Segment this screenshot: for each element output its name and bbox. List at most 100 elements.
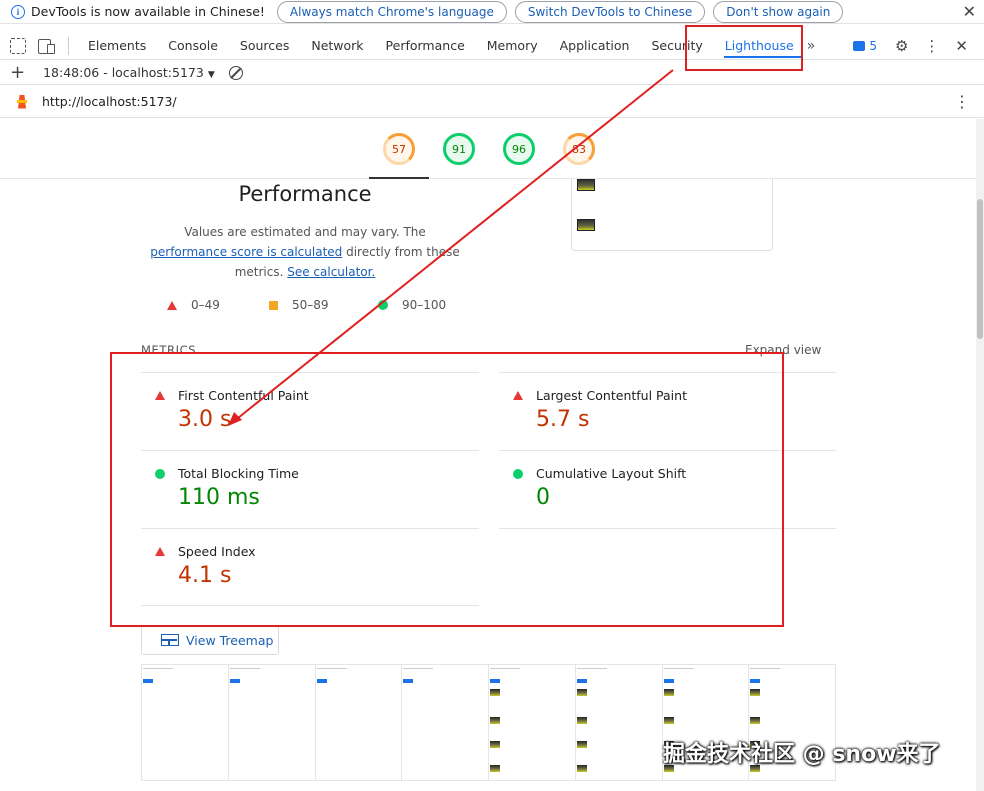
frame-button (490, 679, 500, 683)
performance-description: Values are estimated and may vary. The p… (150, 222, 460, 282)
close-icon[interactable]: ✕ (963, 2, 976, 21)
screenshot-image (577, 179, 595, 191)
annotation-metrics-box (110, 352, 784, 627)
infobar-text: DevTools is now available in Chinese! (31, 4, 265, 19)
frame-button (316, 679, 327, 683)
issues-icon[interactable] (853, 41, 866, 51)
frame-button (403, 679, 414, 683)
score-calculated-link[interactable]: performance score is calculated (150, 245, 342, 259)
frame-image (576, 765, 587, 772)
gauge-score: 91 (452, 142, 466, 156)
frame-button (576, 679, 587, 683)
annotation-lighthouse-box (685, 25, 803, 71)
frame-text (229, 668, 260, 669)
gauge-performance[interactable]: 57 (383, 133, 415, 165)
language-infobar: i DevTools is now available in Chinese! … (0, 0, 984, 24)
tab-performance[interactable]: Performance (375, 32, 476, 60)
active-gauge-indicator (369, 177, 429, 179)
view-treemap-button[interactable]: View Treemap (141, 625, 279, 655)
filmstrip-frame (142, 665, 229, 780)
tab-console[interactable]: Console (157, 32, 229, 60)
legend-label: 50–89 (292, 298, 329, 312)
gauge-score: 96 (512, 142, 526, 156)
gauge-arc (383, 133, 415, 165)
dont-show-again-button[interactable]: Don't show again (713, 0, 844, 23)
plus-icon[interactable]: + (10, 63, 25, 82)
frame-image (576, 689, 587, 696)
gauge-accessibility[interactable]: 91 (443, 133, 475, 165)
frame-image (490, 741, 500, 748)
performance-title: Performance (238, 182, 372, 206)
desc-text: Values are estimated and may vary. The (184, 225, 426, 239)
info-icon: i (11, 4, 25, 19)
frame-text (143, 668, 173, 669)
score-gauges: 57 91 96 83 (0, 119, 976, 179)
close-devtools-icon[interactable]: ✕ (955, 37, 968, 55)
screenshot-image (577, 219, 595, 231)
frame-image (750, 689, 761, 696)
frame-image (750, 717, 761, 724)
frame-text (490, 668, 520, 669)
filmstrip-frame (576, 665, 663, 780)
frame-image (490, 689, 500, 696)
legend-average: 50–89 (269, 298, 329, 312)
report-select[interactable]: 18:48:06 - localhost:5173 ▼ (43, 65, 215, 80)
inspect-element-icon[interactable] (10, 37, 26, 54)
gauge-seo[interactable]: 83 (563, 133, 595, 165)
frame-text (576, 668, 607, 669)
report-url-bar: http://localhost:5173/ ⋮ (0, 86, 984, 118)
caret-down-icon: ▼ (207, 70, 215, 80)
devtools-tabs: Elements Console Sources Network Perform… (0, 32, 984, 60)
scrollbar[interactable] (976, 119, 984, 791)
frame-button (663, 679, 674, 683)
treemap-icon (161, 634, 179, 646)
pass-circle-icon (378, 300, 388, 310)
lighthouse-toolbar: + 18:48:06 - localhost:5173 ▼ (0, 61, 984, 85)
clear-icon[interactable] (228, 65, 243, 80)
frame-image (576, 741, 587, 748)
issues-count[interactable]: 5 (869, 39, 877, 53)
lighthouse-icon (15, 93, 29, 111)
gauge-best-practices[interactable]: 96 (503, 133, 535, 165)
tab-network[interactable]: Network (300, 32, 374, 60)
tab-elements[interactable]: Elements (77, 32, 157, 60)
report-select-label: 18:48:06 - localhost:5173 (43, 65, 204, 80)
tab-memory[interactable]: Memory (476, 32, 549, 60)
tab-application[interactable]: Application (549, 32, 641, 60)
switch-to-chinese-button[interactable]: Switch DevTools to Chinese (514, 0, 706, 23)
fail-triangle-icon (167, 300, 177, 310)
tabs-right-controls: 5 ⚙ ⋮ ✕ (853, 32, 984, 60)
average-square-icon (269, 300, 278, 310)
final-screenshot (571, 179, 773, 251)
see-calculator-link[interactable]: See calculator. (287, 265, 375, 279)
frame-image (663, 689, 674, 696)
frame-text (750, 668, 781, 669)
frame-button (229, 679, 240, 683)
filmstrip-frame (402, 665, 489, 780)
legend-label: 0–49 (191, 298, 220, 312)
device-toolbar-icon[interactable] (38, 38, 55, 54)
watermark: 掘金技术社区 @ snow来了 (663, 742, 941, 767)
gauge-arc (563, 133, 595, 165)
frame-image (663, 717, 674, 724)
filmstrip-frame (316, 665, 403, 780)
gear-icon[interactable]: ⚙ (895, 37, 908, 55)
always-match-language-button[interactable]: Always match Chrome's language (276, 0, 507, 23)
kebab-menu-icon[interactable]: ⋮ (954, 92, 970, 111)
more-tabs-icon[interactable]: » (807, 38, 816, 54)
frame-button (750, 679, 761, 683)
report-url: http://localhost:5173/ (42, 94, 177, 109)
legend-label: 90–100 (402, 298, 447, 312)
tab-sources[interactable]: Sources (229, 32, 300, 60)
frame-image (490, 765, 500, 772)
filmstrip-frame (229, 665, 316, 780)
filmstrip-frame (489, 665, 576, 780)
legend-pass: 90–100 (378, 298, 446, 312)
frame-text (403, 668, 434, 669)
frame-text (663, 668, 694, 669)
legend-fail: 0–49 (167, 298, 220, 312)
kebab-menu-icon[interactable]: ⋮ (924, 37, 939, 55)
scrollbar-thumb[interactable] (977, 199, 983, 339)
frame-image (490, 717, 500, 724)
frame-image (576, 717, 587, 724)
